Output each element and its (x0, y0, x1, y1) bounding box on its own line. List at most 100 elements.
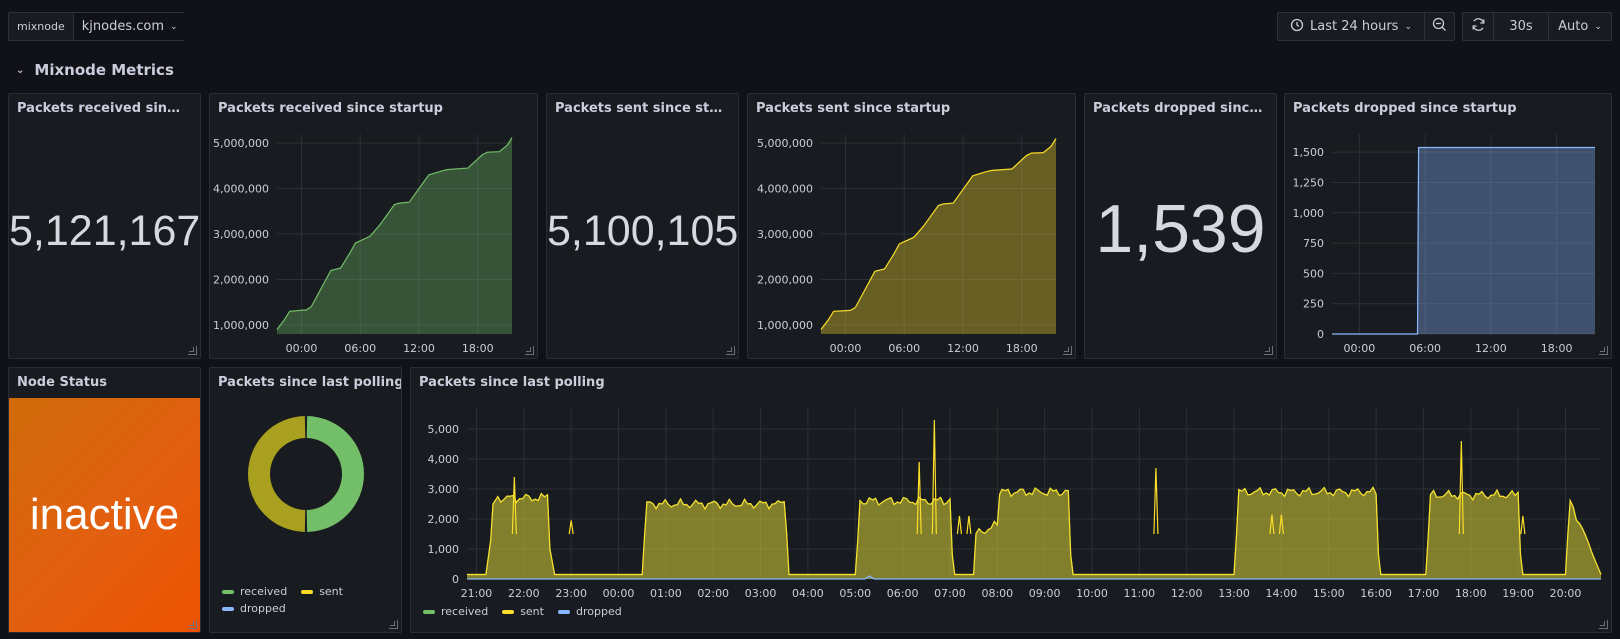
legend-item-sent[interactable]: sent (502, 605, 544, 618)
resize-handle-icon[interactable] (1264, 346, 1273, 355)
legend-item-sent[interactable]: sent (301, 585, 343, 598)
refresh-interval-label[interactable]: 30s (1493, 12, 1549, 41)
y-tick-label: 1,000,000 (213, 319, 269, 332)
donut-legend: received sent dropped (222, 585, 372, 615)
y-tick-label: 5,000,000 (213, 137, 269, 150)
x-tick-label: 12:00 (1475, 342, 1507, 355)
x-tick-label: 18:00 (1006, 342, 1038, 355)
sent-chart: 1,000,000 2,000,000 3,000,000 4,000,000 5,00… (757, 134, 1057, 355)
legend-swatch (423, 609, 435, 614)
refresh-icon (1471, 17, 1486, 36)
panel-node-status[interactable]: Node Status inactive (8, 367, 201, 633)
x-tick-label: 00:00 (830, 342, 862, 355)
legend-label: received (441, 605, 489, 618)
status-background: inactive (9, 398, 200, 632)
refresh-interval-value: 30s (1509, 19, 1533, 34)
y-tick-label: 5,000,000 (757, 137, 813, 150)
legend-item-received[interactable]: received (423, 605, 488, 618)
y-tick-label: 2,000,000 (757, 273, 813, 286)
resize-handle-icon[interactable] (389, 620, 398, 629)
panel-sent-stat[interactable]: Packets sent since star... 5,100,105 (546, 93, 739, 359)
zoom-out-button[interactable] (1424, 12, 1455, 41)
variable-selector: mixnode kjnodes.com ⌄ (8, 12, 186, 41)
x-tick-label: 12:00 (947, 342, 979, 355)
resize-handle-icon[interactable] (1063, 346, 1072, 355)
legend-label: dropped (575, 605, 622, 618)
x-tick-label: 09:00 (1029, 587, 1061, 600)
chevron-down-icon: ⌄ (1404, 21, 1412, 32)
y-tick-label: 0 (452, 573, 459, 586)
panel-dropped-stat[interactable]: Packets dropped since ... 1,539 (1084, 93, 1277, 359)
refresh-button[interactable] (1462, 12, 1494, 41)
y-tick-label: 4,000 (428, 453, 460, 466)
panel-polling-chart[interactable]: Packets since last polling 0 1,000 2,000 3,… (410, 367, 1612, 633)
zoom-out-icon (1432, 17, 1447, 36)
resize-handle-icon[interactable] (525, 346, 534, 355)
y-tick-label: 750 (1303, 237, 1324, 250)
y-tick-label: 2,000,000 (213, 273, 269, 286)
panel-polling-donut[interactable]: Packets since last polling received sent… (209, 367, 402, 633)
dropped-chart: 0 250 500 750 1,000 1,250 1,500 00:00 06:00 12:00… (1293, 134, 1595, 355)
x-tick-label: 17:00 (1408, 587, 1440, 600)
x-tick-label: 03:00 (745, 587, 777, 600)
panel-title: Packets dropped since ... (1093, 101, 1263, 116)
resize-handle-icon[interactable] (1599, 620, 1608, 629)
y-tick-label: 5,000 (428, 423, 460, 436)
refresh-mode-dropdown[interactable]: Auto ⌄ (1548, 12, 1612, 41)
x-tick-label: 18:00 (462, 342, 494, 355)
x-tick-label: 06:00 (1409, 342, 1441, 355)
y-tick-label: 4,000,000 (213, 183, 269, 196)
y-tick-label: 250 (1303, 298, 1324, 311)
legend-swatch (222, 606, 234, 611)
y-tick-label: 1,000,000 (757, 319, 813, 332)
resize-handle-icon[interactable] (1599, 346, 1608, 355)
time-range-label: Last 24 hours (1310, 19, 1399, 34)
stat-value: 5,121,167 (9, 207, 201, 255)
x-tick-label: 00:00 (1344, 342, 1376, 355)
x-tick-label: 06:00 (344, 342, 376, 355)
x-tick-label: 16:00 (1360, 587, 1392, 600)
y-tick-label: 1,000 (1293, 207, 1325, 220)
x-tick-label: 07:00 (934, 587, 966, 600)
y-tick-label: 1,500 (1293, 146, 1325, 159)
x-tick-label: 00:00 (286, 342, 318, 355)
donut-slice-sent (248, 416, 306, 532)
series-spike-sent (1153, 467, 1159, 535)
panel-dropped-chart[interactable]: Packets dropped since startup 0 250 500 750… (1284, 93, 1612, 359)
x-tick-label: 06:00 (887, 587, 919, 600)
chevron-down-icon: ⌄ (1594, 21, 1602, 32)
legend-item-dropped[interactable]: dropped (222, 602, 286, 615)
x-tick-label: 13:00 (1218, 587, 1250, 600)
panel-received-chart[interactable]: Packets received since startup 1,000,000… (209, 93, 538, 359)
legend-swatch (557, 609, 570, 614)
panel-received-stat[interactable]: Packets received since... 5,121,167 (8, 93, 201, 359)
variable-value: kjnodes.com (81, 19, 164, 34)
x-tick-label: 14:00 (1266, 587, 1298, 600)
panel-title: Packets received since... (17, 101, 187, 116)
variable-dropdown[interactable]: kjnodes.com ⌄ (73, 13, 186, 40)
clock-icon (1290, 18, 1304, 36)
y-tick-label: 3,000 (428, 483, 460, 496)
x-tick-label: 22:00 (508, 587, 540, 600)
status-value: inactive (29, 490, 180, 539)
x-tick-label: 00:00 (603, 587, 635, 600)
x-tick-label: 20:00 (1550, 587, 1582, 600)
time-range-picker[interactable]: Last 24 hours ⌄ (1277, 12, 1425, 41)
y-tick-label: 3,000,000 (213, 228, 269, 241)
x-tick-label: 15:00 (1313, 587, 1345, 600)
variable-label: mixnode (9, 13, 74, 40)
legend-item-dropped[interactable]: dropped (557, 605, 622, 618)
chevron-down-icon: ⌄ (170, 21, 178, 32)
refresh-mode-value: Auto (1558, 19, 1589, 34)
legend-item-received[interactable]: received (222, 585, 287, 598)
resize-handle-icon[interactable] (188, 620, 197, 629)
donut-chart (248, 416, 364, 532)
legend-swatch (502, 609, 515, 614)
resize-handle-icon[interactable] (726, 346, 735, 355)
y-tick-label: 3,000,000 (757, 228, 813, 241)
x-tick-label: 02:00 (697, 587, 729, 600)
resize-handle-icon[interactable] (188, 346, 197, 355)
row-collapse-toggle[interactable]: ⌄ Mixnode Metrics (16, 61, 174, 79)
panel-sent-chart[interactable]: Packets sent since startup 1,000,000 2,00… (747, 93, 1076, 359)
x-tick-label: 19:00 (1502, 587, 1534, 600)
